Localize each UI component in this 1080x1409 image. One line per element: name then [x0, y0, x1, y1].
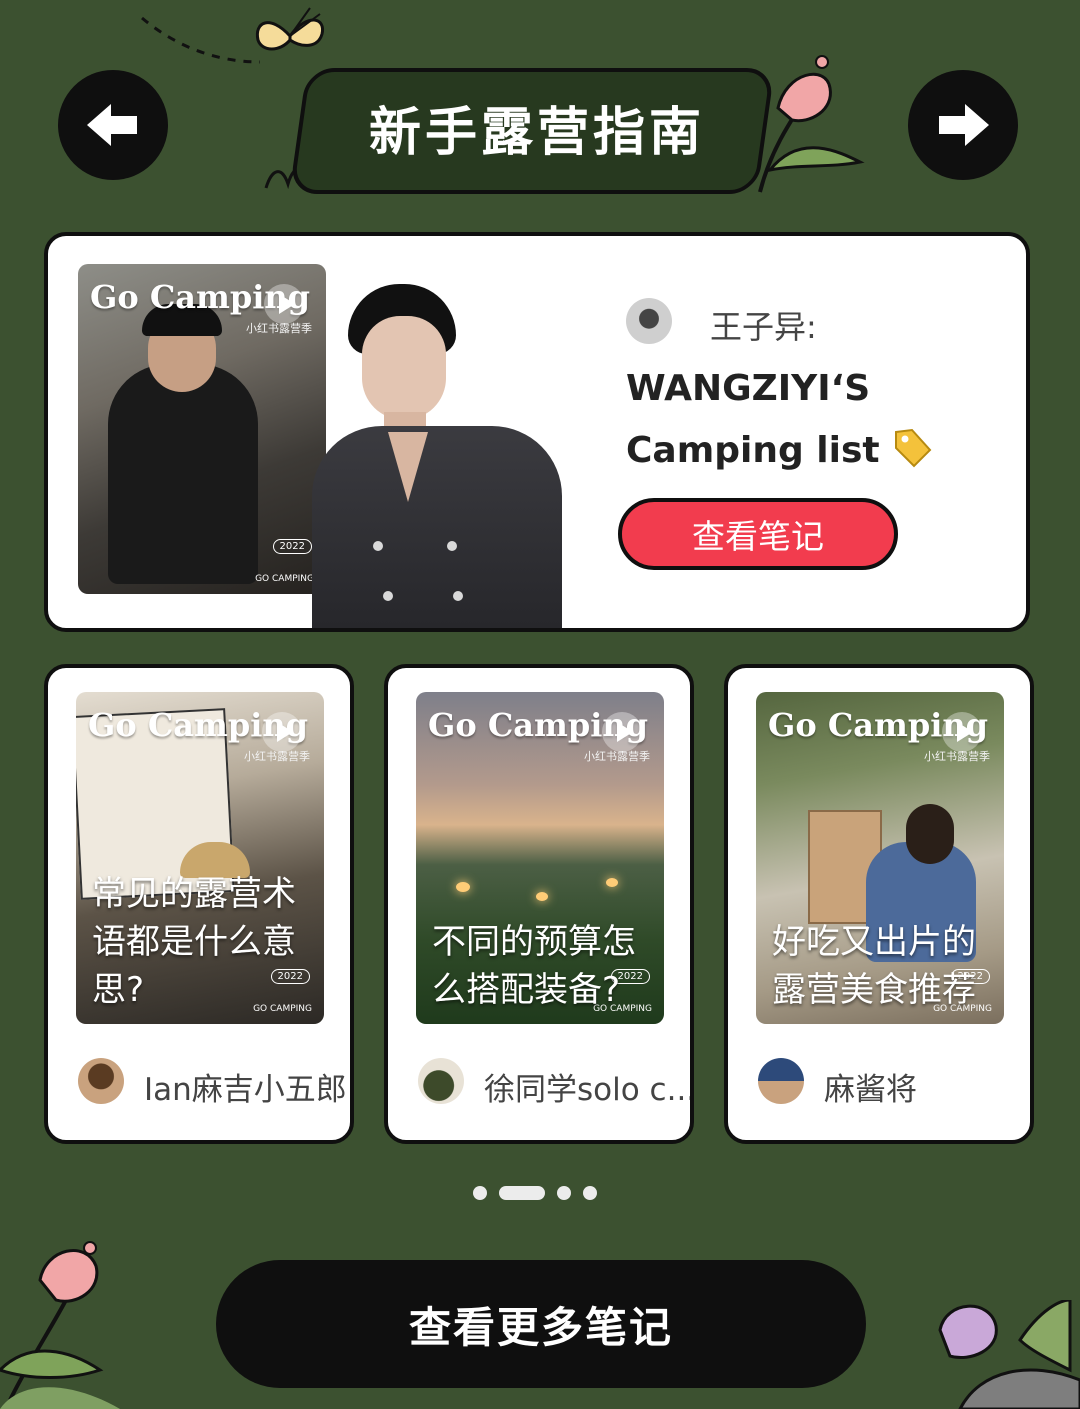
- note-card[interactable]: Go Camping 小红书露营季 2022 GO CAMPING 不同的预算怎…: [384, 664, 694, 1144]
- author-avatar[interactable]: [758, 1058, 804, 1104]
- tent-light: [606, 878, 618, 887]
- note-thumbnail[interactable]: Go Camping 小红书露营季 2022 GO CAMPING 常见的露营术…: [76, 692, 324, 1024]
- play-icon: [602, 712, 642, 752]
- view-more-notes-button[interactable]: 查看更多笔记: [216, 1260, 866, 1388]
- page-title: 新手露营指南: [368, 102, 705, 163]
- note-overlay-title: 常见的露营术语都是什么意思?: [92, 874, 296, 1010]
- pagination-dot[interactable]: [473, 1186, 487, 1200]
- portrait-face: [362, 316, 446, 420]
- flower-decoration-bottom-left: [0, 1241, 120, 1409]
- portrait-collar: [388, 432, 428, 502]
- featured-note-card[interactable]: Go Camping 小红书露营季 2022 GO CAMPING 王子异: W…: [44, 232, 1030, 632]
- portrait-buttons: [373, 541, 463, 601]
- author-name[interactable]: 徐同学solo c...: [484, 1064, 690, 1109]
- play-icon: [942, 712, 982, 752]
- featured-title-line2-text: Camping list: [626, 430, 880, 471]
- featured-title-line2: Camping list: [626, 426, 932, 471]
- featured-title-line1: WANGZIYI‘S: [626, 368, 871, 409]
- play-icon: [262, 712, 302, 752]
- decor-dashed-flight-path: [141, 16, 261, 64]
- view-more-label: 查看更多笔记: [408, 1302, 673, 1352]
- back-button[interactable]: [58, 70, 168, 180]
- arrow-left-icon: [87, 104, 137, 146]
- note-overlay-title: 不同的预算怎么搭配装备?: [432, 922, 636, 1010]
- butterfly-icon: [255, 7, 325, 51]
- play-icon: [264, 284, 304, 324]
- author-avatar[interactable]: [626, 298, 672, 344]
- featured-portrait: [310, 276, 570, 628]
- featured-thumbnail[interactable]: Go Camping 小红书露营季 2022 GO CAMPING: [78, 264, 326, 594]
- author-avatar[interactable]: [418, 1058, 464, 1104]
- author-name[interactable]: Ian麻吉小五郎: [144, 1064, 350, 1109]
- flower-decoration-bottom-right: [938, 1300, 1080, 1409]
- pagination-dot[interactable]: [557, 1186, 571, 1200]
- forward-button[interactable]: [908, 70, 1018, 180]
- pagination-dot-active[interactable]: [499, 1186, 545, 1200]
- note-thumbnail[interactable]: Go Camping 小红书露营季 2022 GO CAMPING 好吃又出片的…: [756, 692, 1004, 1024]
- author-avatar[interactable]: [78, 1058, 124, 1104]
- person-silhouette: [108, 364, 258, 584]
- go-camping-logo: GO CAMPING: [255, 574, 314, 584]
- pagination-dot[interactable]: [583, 1186, 597, 1200]
- note-card[interactable]: Go Camping 小红书露营季 2022 GO CAMPING 好吃又出片的…: [724, 664, 1034, 1144]
- price-tag-icon: [895, 428, 932, 468]
- year-badge: 2022: [272, 539, 312, 554]
- view-note-label: 查看笔记: [692, 517, 824, 556]
- author-name[interactable]: 王子异:: [710, 302, 817, 348]
- tent-light: [536, 892, 548, 901]
- view-note-button[interactable]: 查看笔记: [618, 498, 898, 570]
- arrow-right-icon: [939, 104, 989, 146]
- author-name[interactable]: 麻酱将: [824, 1064, 1030, 1109]
- note-overlay-title: 好吃又出片的露营美食推荐: [772, 922, 976, 1010]
- person-hair: [906, 804, 954, 864]
- note-thumbnail[interactable]: Go Camping 小红书露营季 2022 GO CAMPING 不同的预算怎…: [416, 692, 664, 1024]
- tent-light: [456, 882, 470, 892]
- note-card[interactable]: Go Camping 小红书露营季 2022 GO CAMPING 常见的露营术…: [44, 664, 354, 1144]
